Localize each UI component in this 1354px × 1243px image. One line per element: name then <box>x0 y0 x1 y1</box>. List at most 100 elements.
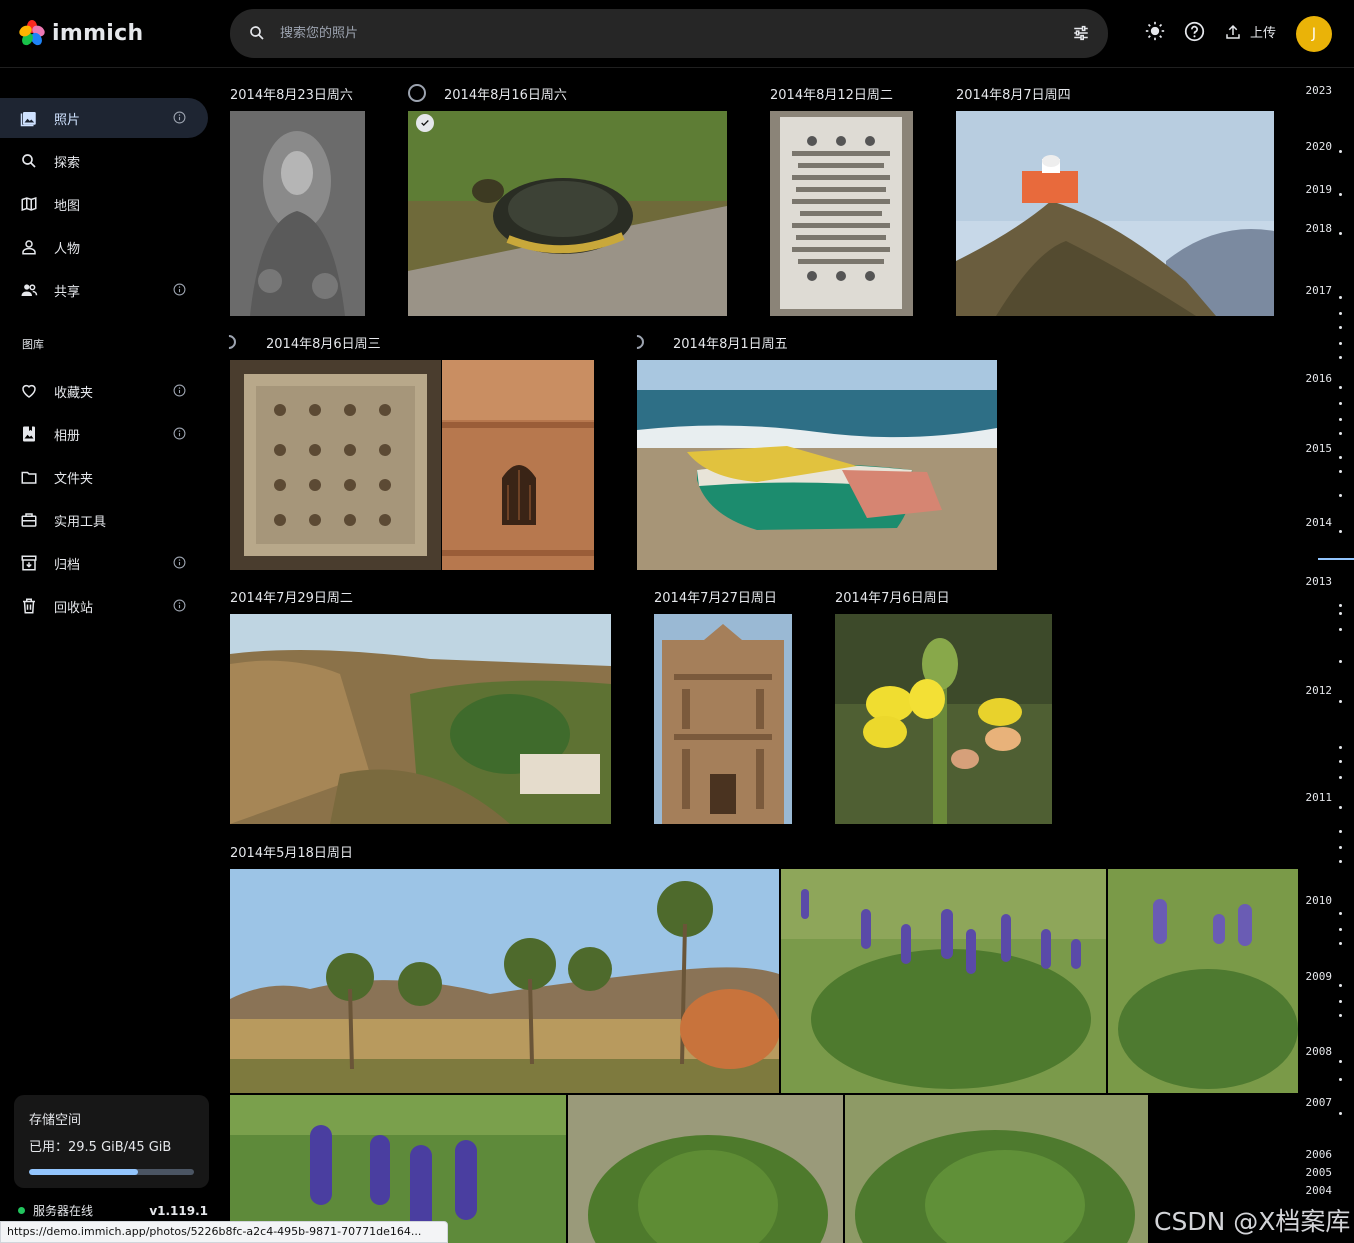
search-bar[interactable] <box>230 9 1108 58</box>
map-icon <box>20 195 38 213</box>
scrubber-month-dot <box>1339 232 1342 235</box>
scrubber-month-dot <box>1339 846 1342 849</box>
scrubber-year[interactable]: 2020 <box>1306 140 1333 153</box>
scrubber-year[interactable]: 2023 <box>1306 84 1333 97</box>
date-group-label[interactable]: 2014年5月18日周日 <box>230 842 353 861</box>
sidebar-item-people[interactable]: 人物 <box>0 227 208 267</box>
scrubber-month-dot <box>1339 760 1342 763</box>
scrubber-year[interactable]: 2009 <box>1306 970 1333 983</box>
sidebar-item-folders[interactable]: 文件夹 <box>0 457 208 497</box>
sidebar-item-label: 人物 <box>54 241 81 257</box>
sidebar-item-label: 回收站 <box>54 600 94 616</box>
sidebar-item-albums[interactable]: 相册 <box>0 414 208 454</box>
upload-button[interactable]: 上传 <box>1224 22 1276 41</box>
scrubber-year[interactable]: 2013 <box>1306 575 1333 588</box>
photo-thumbnail[interactable] <box>781 869 1106 1093</box>
trash-icon <box>20 597 38 615</box>
photo-thumbnail[interactable] <box>654 614 792 824</box>
photo-thumbnail[interactable] <box>770 111 913 316</box>
scrubber-year[interactable]: 2008 <box>1306 1045 1333 1058</box>
app-name: immich <box>52 20 144 46</box>
photo-thumbnail[interactable] <box>442 360 594 570</box>
sidebar-item-map[interactable]: 地图 <box>0 184 208 224</box>
scrubber-year[interactable]: 2007 <box>1306 1096 1333 1109</box>
scrubber-year[interactable]: 2017 <box>1306 284 1333 297</box>
date-group-label[interactable]: 2014年8月16日周六 <box>444 84 567 103</box>
server-status-label: 服务器在线 <box>33 1204 94 1218</box>
photo-thumbnail[interactable] <box>637 360 997 570</box>
scrubber-month-dot <box>1339 942 1342 945</box>
theme-toggle-icon[interactable] <box>1145 21 1165 41</box>
photo-thumbnail[interactable] <box>835 614 1052 824</box>
scrubber-month-dot <box>1339 193 1342 196</box>
scrubber-year[interactable]: 2004 <box>1306 1184 1333 1197</box>
scrubber-year[interactable]: 2014 <box>1306 516 1333 529</box>
date-group-label[interactable]: 2014年8月6日周三 <box>266 333 381 352</box>
storage-card[interactable]: 存储空间 已用：29.5 GiB/45 GiB <box>14 1095 209 1188</box>
sidebar-item-explore[interactable]: 探索 <box>0 141 208 181</box>
photo-thumbnail[interactable] <box>230 614 611 824</box>
info-icon[interactable] <box>173 556 186 569</box>
sidebar-item-archive[interactable]: 归档 <box>0 543 208 583</box>
date-group-label[interactable]: 2014年7月29日周二 <box>230 587 353 606</box>
photo-thumbnail[interactable] <box>1108 869 1298 1093</box>
immich-logo-icon <box>19 20 45 46</box>
person-icon <box>20 238 38 256</box>
info-icon[interactable] <box>173 427 186 440</box>
date-group-label[interactable]: 2014年8月7日周四 <box>956 84 1071 103</box>
help-icon[interactable] <box>1184 21 1205 42</box>
server-version[interactable]: v1.119.1 <box>149 1204 208 1218</box>
sidebar-item-trash[interactable]: 回收站 <box>0 586 208 626</box>
scrubber-position-indicator[interactable] <box>1318 558 1354 560</box>
scrubber-year[interactable]: 2016 <box>1306 372 1333 385</box>
app-logo[interactable]: immich <box>18 19 143 47</box>
sidebar-item-sharing[interactable]: 共享 <box>0 270 208 310</box>
scrubber-month-dot <box>1339 312 1342 315</box>
photo-thumbnail[interactable] <box>845 1095 1148 1243</box>
heart-icon <box>20 382 38 400</box>
scrubber-month-dot <box>1339 806 1342 809</box>
sidebar-item-label: 实用工具 <box>54 514 107 530</box>
info-icon[interactable] <box>173 111 186 124</box>
info-icon[interactable] <box>173 384 186 397</box>
date-group-label[interactable]: 2014年7月6日周日 <box>835 587 950 606</box>
user-avatar[interactable]: J <box>1296 16 1332 52</box>
photo-thumbnail[interactable] <box>230 360 441 570</box>
search-options-icon[interactable] <box>1072 24 1090 42</box>
scrubber-year[interactable]: 2005 <box>1306 1166 1333 1179</box>
select-group-icon[interactable] <box>219 332 239 352</box>
scrubber-year[interactable]: 2010 <box>1306 894 1333 907</box>
date-group-label[interactable]: 2014年8月1日周五 <box>673 333 788 352</box>
sidebar-item-favorites[interactable]: 收藏夹 <box>0 371 208 411</box>
photo-thumbnail[interactable] <box>408 111 727 316</box>
scrubber-year[interactable]: 2006 <box>1306 1148 1333 1161</box>
scrubber-year[interactable]: 2011 <box>1306 791 1333 804</box>
scrubber-year[interactable]: 2012 <box>1306 684 1333 697</box>
photo-thumbnail[interactable] <box>568 1095 843 1243</box>
selected-check-icon[interactable] <box>416 114 434 132</box>
scrubber-month-dot <box>1339 612 1342 615</box>
upload-icon <box>1226 24 1240 39</box>
scrubber-year[interactable]: 2018 <box>1306 222 1333 235</box>
info-icon[interactable] <box>173 599 186 612</box>
sidebar-item-photos[interactable]: 照片 <box>0 98 208 138</box>
photo-thumbnail[interactable] <box>956 111 1274 316</box>
select-group-icon[interactable] <box>408 84 426 102</box>
sidebar-item-utilities[interactable]: 实用工具 <box>0 500 208 540</box>
date-group-label[interactable]: 2014年8月12日周二 <box>770 84 893 103</box>
scrubber-month-dot <box>1339 342 1342 345</box>
search-input[interactable] <box>280 21 1040 45</box>
date-group-label[interactable]: 2014年7月27日周日 <box>654 587 777 606</box>
photo-thumbnail[interactable] <box>230 111 365 316</box>
photo-thumbnail[interactable] <box>230 869 779 1093</box>
scrubber-year[interactable]: 2015 <box>1306 442 1333 455</box>
date-group-label[interactable]: 2014年8月23日周六 <box>230 84 353 103</box>
select-group-icon[interactable] <box>627 332 647 352</box>
photos-icon <box>20 109 38 127</box>
scrubber-month-dot <box>1339 700 1342 703</box>
scrubber-month-dot <box>1339 150 1342 153</box>
scrubber-month-dot <box>1339 386 1342 389</box>
scrubber-year[interactable]: 2019 <box>1306 183 1333 196</box>
info-icon[interactable] <box>173 283 186 296</box>
scrubber-month-dot <box>1339 402 1342 405</box>
